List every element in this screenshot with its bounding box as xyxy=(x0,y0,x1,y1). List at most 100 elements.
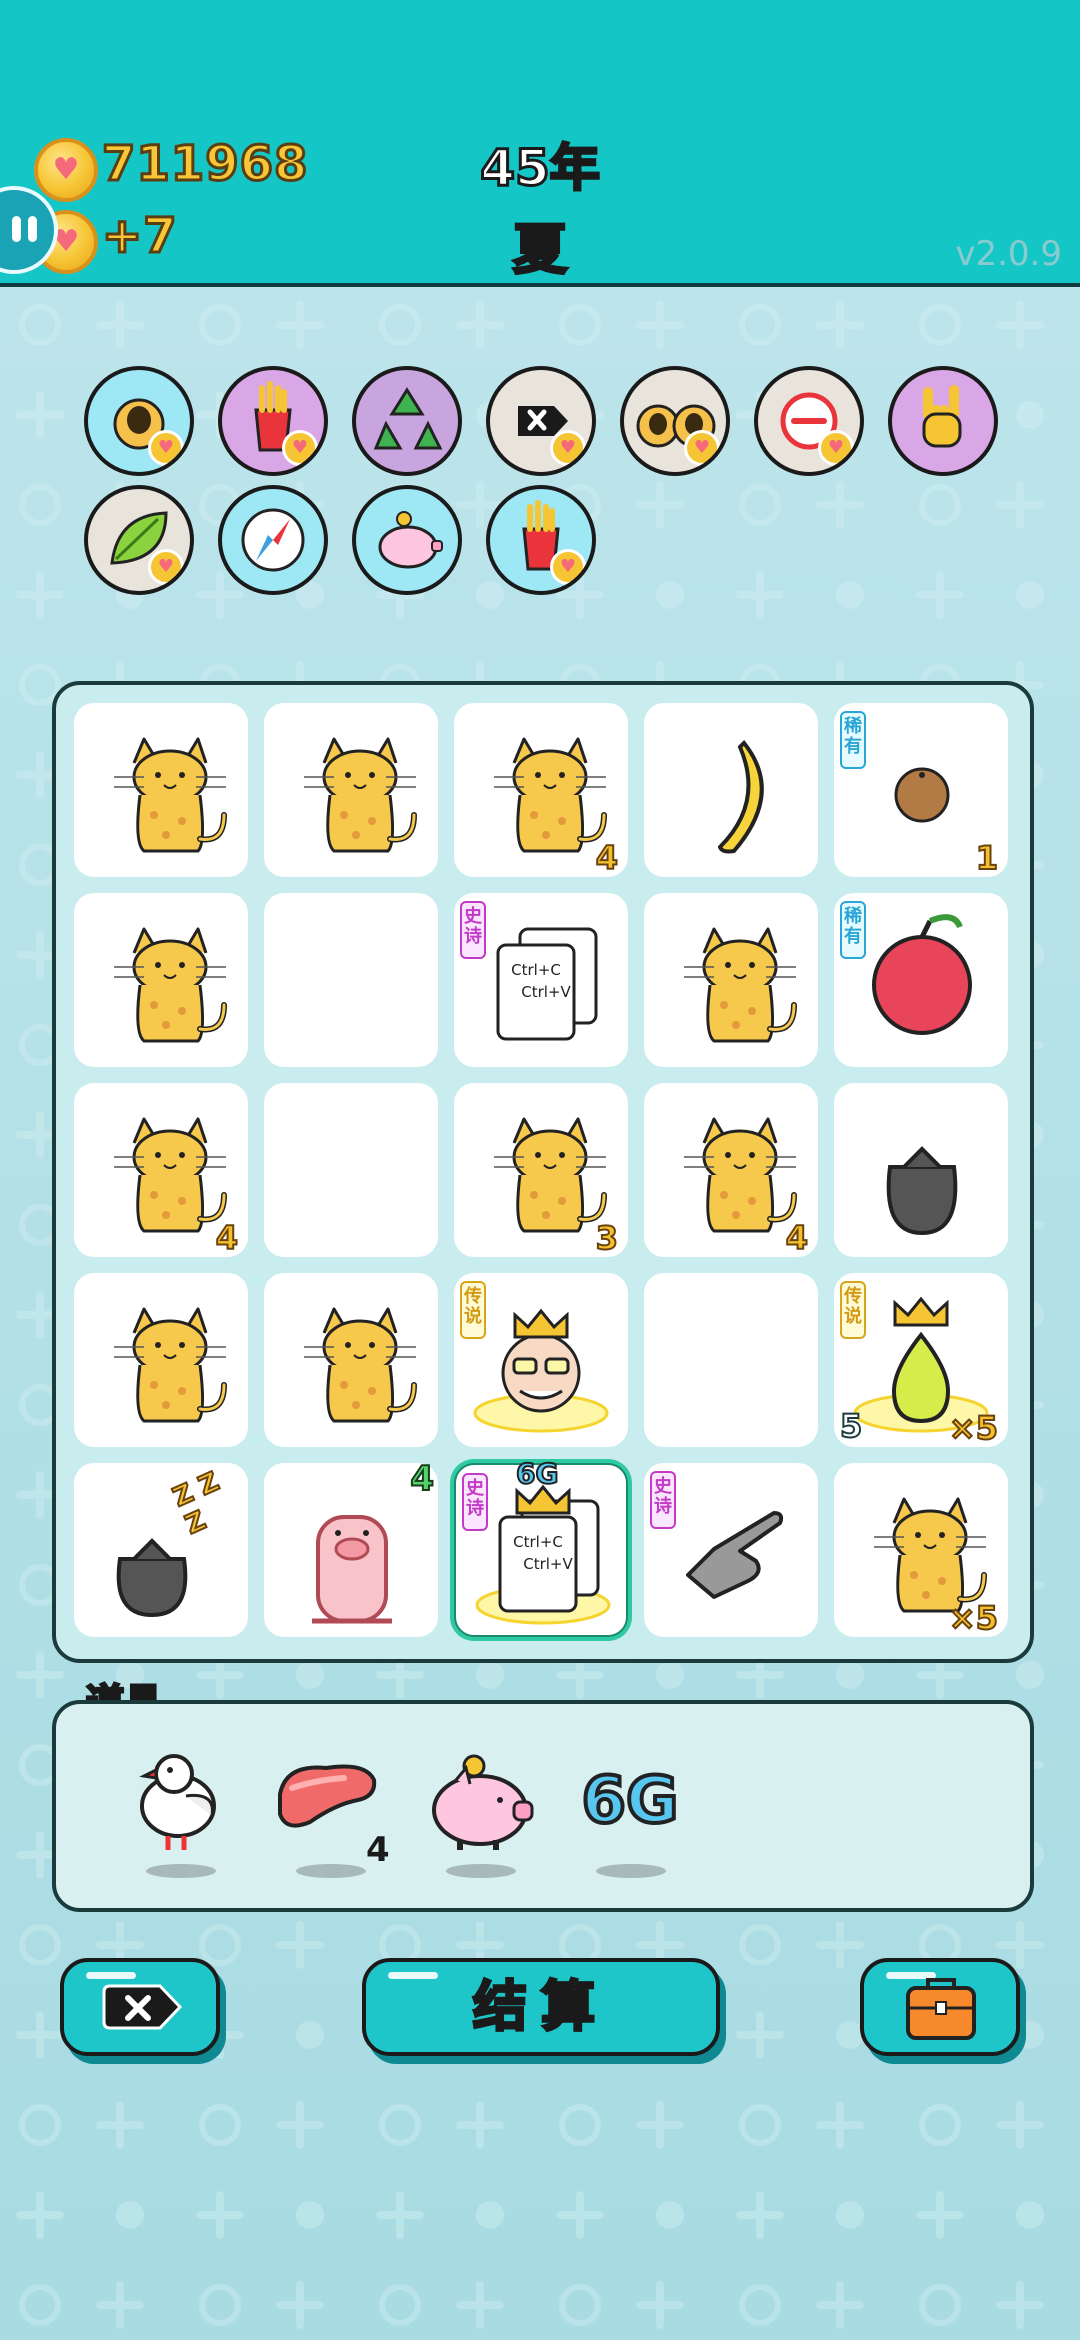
item-liver[interactable]: 4 xyxy=(266,1744,396,1884)
heart-badge-icon xyxy=(550,549,586,585)
season-label: 夏 xyxy=(512,217,569,283)
buff-slot[interactable] xyxy=(352,366,462,476)
board-cell-cat[interactable]: 4 xyxy=(644,1083,818,1258)
board-cell-empty[interactable] xyxy=(264,893,438,1067)
cat-icon xyxy=(114,737,227,853)
trash-icon xyxy=(886,1146,958,1236)
coin-icon xyxy=(34,138,98,202)
item-white-bird[interactable] xyxy=(116,1744,246,1884)
cell-quantity: ×5 xyxy=(948,1408,999,1448)
cat-icon xyxy=(114,927,227,1043)
piggy-bank-icon xyxy=(432,1754,534,1850)
cell-quantity: 4 xyxy=(785,1218,809,1258)
board-cell-cat[interactable]: 4 xyxy=(454,703,628,878)
compass-icon xyxy=(241,508,305,572)
board-cell-banana[interactable] xyxy=(644,703,818,877)
cell-quantity-left: 5 xyxy=(839,1406,863,1446)
item-piggy-bank[interactable] xyxy=(416,1744,546,1884)
rarity-tag: 史诗 xyxy=(462,1473,488,1531)
piggy-bank-icon xyxy=(378,511,443,569)
buff-slot[interactable] xyxy=(888,366,998,476)
heart-badge-icon xyxy=(684,430,720,466)
coin-count: 711968 xyxy=(100,135,309,194)
buff-slot[interactable] xyxy=(486,485,596,595)
rarity-tag: 稀有 xyxy=(840,901,866,959)
board-cell-hand[interactable]: 史诗 xyxy=(644,1463,818,1637)
board-cell-cat[interactable]: ×5 xyxy=(834,1463,1008,1638)
board-cell-cat[interactable] xyxy=(264,1273,438,1447)
board-cell-cat[interactable] xyxy=(644,893,818,1067)
heart-badge-icon xyxy=(550,430,586,466)
game-board: 4 稀有 1 Ctrl+C Ctrl+V 史诗 稀有 4 3 4 传说 传说 ×5 5 Z Z Z 4 Ctrl… xyxy=(52,681,1034,1663)
board-cell-cat[interactable]: 4 xyxy=(74,1083,248,1258)
cat-icon xyxy=(684,927,797,1043)
board-cell-coconut[interactable]: 稀有 1 xyxy=(834,703,1008,878)
buff-slot[interactable] xyxy=(486,366,596,476)
buff-slot[interactable] xyxy=(218,485,328,595)
cell-quantity: 1 xyxy=(975,838,999,878)
item-6g[interactable]: 6G xyxy=(566,1744,696,1884)
board-cell-pear[interactable]: 传说 ×5 5 xyxy=(834,1273,1008,1448)
cell-quantity: 4 xyxy=(215,1218,239,1258)
rarity-tag: 史诗 xyxy=(460,901,486,959)
rarity-tag: 传说 xyxy=(840,1281,866,1339)
top-bar: 711968 +7 45年 夏 v2.0.9 xyxy=(0,0,1080,287)
delete-tag-icon xyxy=(102,1984,183,2030)
board-cell-trash[interactable] xyxy=(834,1083,1008,1257)
cell-quantity: 3 xyxy=(595,1218,619,1258)
version-label: v2.0.9 xyxy=(955,234,1062,274)
board-cell-lychee[interactable]: 稀有 xyxy=(834,893,1008,1067)
year-label: 45年 xyxy=(479,138,602,199)
svg-text:Ctrl+C: Ctrl+C xyxy=(513,1533,563,1551)
heart-badge-icon xyxy=(818,430,854,466)
board-cell-cat[interactable] xyxy=(264,703,438,877)
board-cell-trash-sleep[interactable]: Z Z Z xyxy=(74,1463,248,1637)
cat-icon xyxy=(304,737,417,853)
rarity-tag: 稀有 xyxy=(840,711,866,769)
board-cell-ctrlcv-king[interactable]: Ctrl+C Ctrl+V 史诗 6G xyxy=(454,1456,628,1637)
rock-hand-icon xyxy=(922,385,962,448)
svg-text:Ctrl+V: Ctrl+V xyxy=(521,983,571,1001)
board-cell-cat[interactable] xyxy=(74,893,248,1067)
board-cell-king[interactable]: 传说 xyxy=(454,1273,628,1447)
board-cell-pig[interactable]: 4 xyxy=(264,1458,438,1637)
board-cell-empty[interactable] xyxy=(264,1083,438,1257)
white-bird-icon xyxy=(139,1754,216,1850)
svg-text:Ctrl+C: Ctrl+C xyxy=(511,961,561,979)
rarity-tag: 史诗 xyxy=(650,1471,676,1529)
settle-button-label: 结算 xyxy=(472,1974,609,2040)
bag-button[interactable] xyxy=(860,1958,1020,2056)
board-cell-cat[interactable]: 3 xyxy=(454,1083,628,1258)
cat-icon xyxy=(114,1307,227,1423)
heart-badge-icon xyxy=(148,430,184,466)
buff-slot[interactable] xyxy=(84,485,194,595)
cell-quantity: 4 xyxy=(595,838,619,878)
buff-slot[interactable] xyxy=(352,485,462,595)
banana-icon xyxy=(717,740,764,854)
svg-text:Ctrl+V: Ctrl+V xyxy=(523,1555,573,1573)
item-count: 4 xyxy=(366,1830,390,1870)
buff-slot[interactable] xyxy=(754,366,864,476)
rarity-tag: 传说 xyxy=(460,1281,486,1339)
briefcase-icon xyxy=(906,1978,976,2040)
board-cell-ctrlcv[interactable]: Ctrl+C Ctrl+V 史诗 xyxy=(454,893,628,1067)
board-cell-empty[interactable] xyxy=(644,1273,818,1447)
income-value: +7 xyxy=(101,207,179,266)
svg-text:6G: 6G xyxy=(581,1764,678,1838)
cell-6g-label: 6G xyxy=(515,1456,559,1491)
recycle-icon xyxy=(373,387,443,450)
settle-button[interactable]: 结算 xyxy=(362,1958,720,2056)
cat-icon xyxy=(304,1307,417,1423)
heart-badge-icon xyxy=(282,430,318,466)
cell-quantity: ×5 xyxy=(948,1598,999,1638)
board-cell-cat[interactable] xyxy=(74,1273,248,1447)
items-panel: 4 6G xyxy=(52,1700,1034,1912)
board-cell-cat[interactable] xyxy=(74,703,248,877)
6g-icon: 6G xyxy=(579,1762,680,1840)
remove-button[interactable] xyxy=(60,1958,220,2056)
buff-slot[interactable] xyxy=(84,366,194,476)
heart-badge-icon xyxy=(148,549,184,585)
buff-slot[interactable] xyxy=(218,366,328,476)
cell-quantity-top: 4 xyxy=(409,1458,435,1500)
buff-slot[interactable] xyxy=(620,366,730,476)
